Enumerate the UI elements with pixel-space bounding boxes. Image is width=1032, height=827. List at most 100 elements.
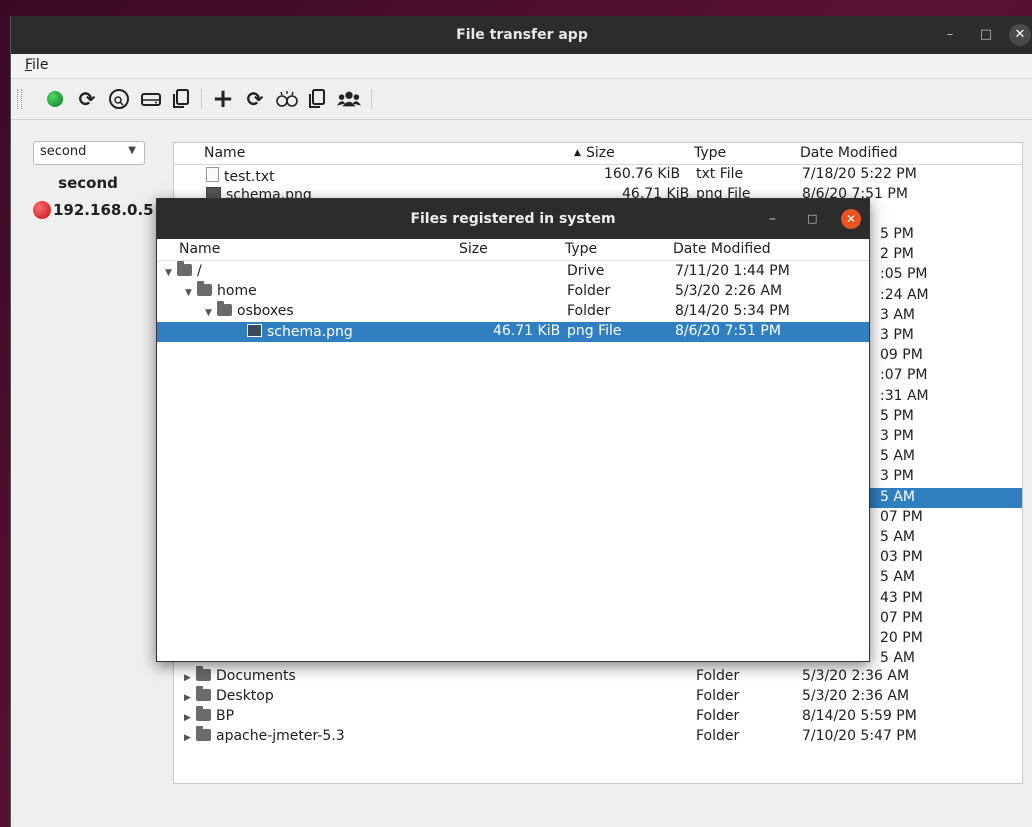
maximize-button[interactable]: □ [975, 16, 997, 54]
column-header-type[interactable]: Type [694, 145, 726, 161]
search-file-icon[interactable] [107, 87, 131, 111]
expand-arrow-icon[interactable]: ▶ [184, 713, 196, 723]
status-disconnected-icon [33, 201, 51, 219]
row-type: Folder [696, 708, 740, 724]
expand-arrow-icon[interactable]: ▶ [184, 693, 196, 703]
copy-icon[interactable] [169, 87, 193, 111]
folder-icon [217, 301, 232, 316]
collapse-arrow-icon[interactable]: ▼ [165, 268, 177, 278]
row-type: png File [567, 323, 622, 339]
group-icon[interactable] [337, 87, 361, 111]
dialog-title-bar[interactable]: Files registered in system – □ ✕ [157, 199, 869, 239]
dialog-minimize-button[interactable]: – [769, 199, 776, 239]
add-icon[interactable]: + [211, 84, 235, 114]
row-date: 8/14/20 5:59 PM [802, 708, 917, 724]
toolbar-separator [201, 89, 202, 109]
expand-arrow-icon[interactable]: ▶ [184, 673, 196, 683]
toolbar: ⟳ + ⟳ [11, 79, 1032, 120]
image-file-icon [247, 324, 262, 337]
folder-icon [197, 281, 212, 296]
folder-icon [196, 726, 211, 741]
row-date: 20 PM [880, 630, 923, 646]
row-date: 7/18/20 5:22 PM [802, 166, 917, 182]
row-date: 5 PM [880, 226, 914, 242]
minimize-button[interactable]: – [939, 16, 961, 54]
row-name: test.txt [224, 169, 275, 185]
host-name-label: second [58, 174, 118, 192]
menu-file-label: ile [32, 57, 49, 73]
registered-files-tree[interactable]: Name Size Type Date Modified ▼ / Drive 7/… [157, 239, 869, 661]
row-name: home [217, 283, 257, 299]
row-date: 5 AM [880, 448, 916, 465]
copy-icon[interactable] [305, 87, 329, 111]
collapse-arrow-icon[interactable]: ▼ [185, 288, 197, 298]
row-type: Drive [567, 263, 605, 279]
registered-files-header: Name Size Type Date Modified [157, 239, 869, 261]
sort-ascending-icon: ▲ [574, 148, 581, 158]
tree-row-selected[interactable]: schema.png 46.71 KiB png File 8/6/20 7:5… [157, 322, 869, 342]
status-connected-icon[interactable] [43, 87, 67, 111]
collapse-arrow-icon[interactable]: ▼ [205, 308, 217, 318]
row-date: 5/3/20 2:36 AM [802, 668, 910, 684]
toolbar-grip[interactable] [17, 89, 22, 109]
row-date: 5 AM [880, 488, 916, 505]
find-peers-icon[interactable] [275, 87, 299, 111]
row-date: :05 PM [880, 266, 928, 283]
row-date: 8/14/20 5:34 PM [675, 303, 790, 319]
column-header-name[interactable]: Name [204, 145, 245, 161]
row-name: Documents [216, 668, 296, 684]
column-header-type[interactable]: Type [565, 241, 597, 257]
row-date: 5 PM [880, 407, 914, 424]
refresh-icon[interactable]: ⟳ [243, 87, 267, 111]
table-row[interactable]: test.txt 160.76 KiB txt File 7/18/20 5:2… [174, 165, 1022, 185]
row-date: 5 AM [880, 529, 916, 545]
row-date: 7/11/20 1:44 PM [675, 263, 790, 279]
row-type: Folder [696, 728, 740, 744]
row-type: Folder [696, 688, 740, 704]
row-date: :31 AM [880, 387, 929, 404]
window-title: File transfer app [456, 27, 588, 43]
column-header-name[interactable]: Name [179, 241, 220, 257]
files-registered-dialog: Files registered in system – □ ✕ Name Si… [156, 198, 870, 662]
row-date: 5/3/20 2:36 AM [802, 688, 910, 704]
row-date: 8/6/20 7:51 PM [675, 323, 781, 339]
folder-icon [196, 666, 211, 681]
dialog-close-button[interactable]: ✕ [841, 209, 861, 229]
column-header-size[interactable]: Size [586, 145, 615, 161]
row-name: / [197, 263, 202, 279]
row-date: :24 AM [880, 286, 929, 303]
row-date: 09 PM [880, 347, 923, 364]
row-date: 03 PM [880, 549, 923, 566]
menu-file[interactable]: File [25, 57, 48, 73]
folder-icon [196, 686, 211, 701]
text-file-icon [206, 167, 219, 182]
column-header-size[interactable]: Size [459, 241, 488, 257]
row-date: 3 PM [880, 428, 914, 444]
drive-icon[interactable] [139, 87, 163, 111]
title-bar[interactable]: File transfer app – □ ✕ [11, 16, 1032, 54]
host-selector[interactable]: second ▼ [33, 141, 145, 165]
table-row[interactable]: ▶ Documents Folder 5/3/20 2:36 AM [174, 666, 1022, 687]
column-header-date[interactable]: Date Modified [800, 145, 898, 161]
table-row[interactable]: ▶ BP Folder 8/14/20 5:59 PM [174, 706, 1022, 727]
refresh-icon[interactable]: ⟳ [75, 87, 99, 111]
column-header-date[interactable]: Date Modified [673, 241, 771, 257]
table-row[interactable]: ▶ apache-jmeter-5.3 Folder 7/10/20 5:47 P… [174, 726, 1022, 747]
chevron-down-icon: ▼ [128, 145, 136, 156]
tree-row[interactable]: ▼ osboxes Folder 8/14/20 5:34 PM [157, 301, 869, 322]
host-selector-value: second [40, 144, 87, 159]
drive-folder-icon [177, 261, 192, 276]
row-date: 3 AM [880, 306, 916, 323]
expand-arrow-icon[interactable]: ▶ [184, 733, 196, 743]
table-row[interactable]: ▶ Desktop Folder 5/3/20 2:36 AM [174, 686, 1022, 707]
row-date: 3 PM [880, 327, 914, 343]
row-date: 5 AM [880, 569, 916, 586]
row-date: 2 PM [880, 246, 914, 263]
host-ip-label: 192.168.0.5 [53, 201, 154, 219]
close-button[interactable]: ✕ [1009, 24, 1031, 46]
folder-icon [196, 706, 211, 721]
tree-row[interactable]: ▼ / Drive 7/11/20 1:44 PM [157, 261, 869, 282]
tree-row[interactable]: ▼ home Folder 5/3/20 2:26 AM [157, 281, 869, 302]
file-tree-header: Name ▲ Size Type Date Modified [174, 143, 1022, 165]
dialog-maximize-button[interactable]: □ [807, 199, 817, 239]
